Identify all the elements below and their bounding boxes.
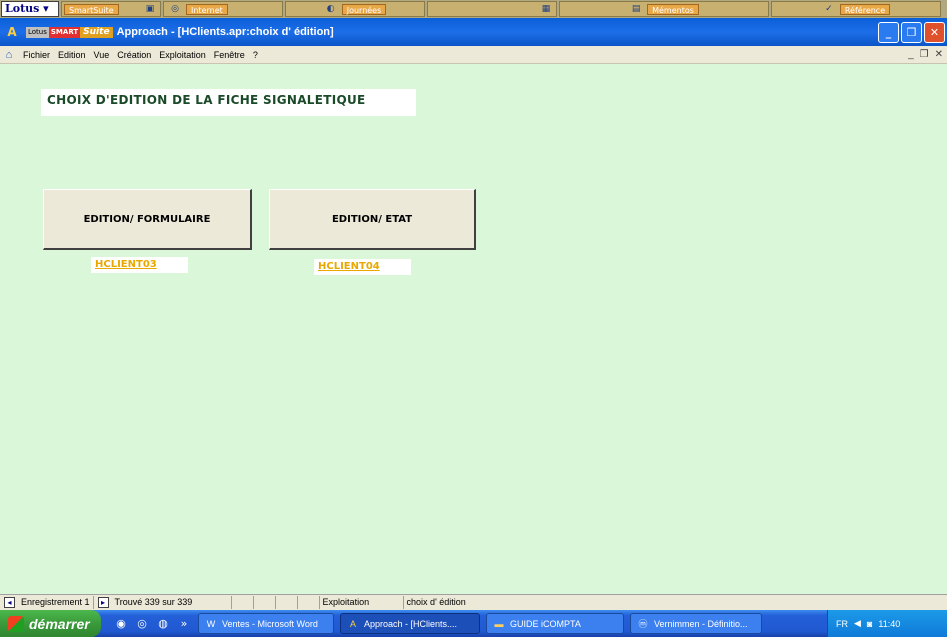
window-title: Approach - [HClients.apr:choix d' éditio…: [116, 26, 334, 38]
drawer-reference[interactable]: ✓ Référence: [771, 1, 941, 17]
drawer-internet[interactable]: ◎ Internet: [163, 1, 283, 17]
drawer-journees[interactable]: ◐ Journées: [285, 1, 425, 17]
mementos-drawer-icon: ▤: [631, 4, 641, 14]
next-record-icon[interactable]: ▸: [97, 597, 109, 608]
window-title-bar: A Lotus SMART Suite Approach - [HClients…: [0, 18, 947, 46]
doc-close-icon[interactable]: ✕: [935, 49, 943, 60]
quick-launch: ◉ ◎ ◍ »: [113, 616, 192, 632]
quicklaunch-ie-icon[interactable]: ◉: [113, 616, 129, 632]
edition-etat-button[interactable]: EDITION/ ETAT: [269, 189, 476, 250]
form-canvas: CHOIX D'EDITION DE LA FICHE SIGNALETIQUE…: [0, 64, 947, 594]
lotus-menu-button[interactable]: Lotus ▾: [1, 1, 59, 17]
drawer-journees-label: Journées: [341, 3, 387, 15]
windows-taskbar: démarrer ◉ ◎ ◍ » W Ventes - Microsoft Wo…: [0, 610, 947, 637]
minimize-button[interactable]: _: [878, 21, 899, 43]
status-bar: ◂ Enregistrement 1 ▸ Trouvé 339 sur 339 …: [0, 594, 947, 610]
smartsuite-bar: Lotus ▾ SmartSuite ▣ ◎ Internet ◐ Journé…: [0, 0, 947, 18]
menu-help[interactable]: ?: [249, 50, 262, 60]
task-guide-label: GUIDE iCOMPTA: [510, 618, 581, 629]
hclient03-link[interactable]: HCLIENT03: [91, 257, 188, 273]
tray-back-icon[interactable]: ◀: [854, 618, 861, 629]
menu-bar: ⌂ Fichier Edition Vue Création Exploitat…: [0, 46, 947, 64]
drawer-mementos-label: Mémentos: [647, 3, 699, 15]
folder-icon: ▬: [494, 618, 504, 629]
drawer-calendar[interactable]: ▦: [427, 1, 557, 17]
doc-restore-icon[interactable]: ❐: [920, 49, 929, 60]
menu-vue[interactable]: Vue: [90, 50, 114, 60]
clock[interactable]: 11:40: [878, 619, 900, 629]
tray-network-icon[interactable]: ◙: [867, 619, 872, 629]
drawer-mementos[interactable]: ▤ Mémentos: [559, 1, 769, 17]
task-approach[interactable]: A Approach - [HClients....: [340, 613, 480, 634]
browser-icon: ⓜ: [638, 618, 648, 629]
found-status[interactable]: Trouvé 339 sur 339: [112, 596, 232, 609]
drawer-internet-label: Internet: [186, 3, 228, 15]
internet-drawer-icon: ◎: [171, 4, 179, 14]
mode-status[interactable]: Exploitation: [320, 596, 404, 609]
approach-icon: A: [349, 618, 356, 629]
quicklaunch-browser-icon[interactable]: ◎: [134, 616, 150, 632]
word-icon: W: [206, 618, 216, 629]
quicklaunch-app-icon[interactable]: ◍: [155, 616, 171, 632]
task-vernimmen[interactable]: ⓜ Vernimmen - Définitio...: [630, 613, 762, 634]
start-button[interactable]: démarrer: [0, 610, 101, 637]
close-button[interactable]: ✕: [924, 21, 945, 43]
smartsuite-logo: Lotus SMART Suite: [26, 26, 113, 38]
prev-record-icon[interactable]: ◂: [4, 597, 15, 608]
logo-suite: Suite: [80, 26, 113, 38]
drawer-smartsuite[interactable]: SmartSuite ▣: [61, 1, 161, 17]
quicklaunch-expand-icon[interactable]: »: [176, 616, 192, 632]
drawer-smartsuite-label: SmartSuite: [64, 3, 119, 15]
task-word[interactable]: W Ventes - Microsoft Word: [198, 613, 334, 634]
journees-drawer-icon: ◐: [326, 4, 335, 14]
menu-exploitation[interactable]: Exploitation: [155, 50, 210, 60]
menu-creation[interactable]: Création: [113, 50, 155, 60]
home-icon[interactable]: ⌂: [2, 48, 16, 62]
hclient04-link[interactable]: HCLIENT04: [314, 259, 411, 275]
menu-fichier[interactable]: Fichier: [19, 50, 54, 60]
logo-smart: SMART: [48, 26, 81, 38]
task-vernimmen-label: Vernimmen - Définitio...: [654, 618, 748, 629]
menu-edition[interactable]: Edition: [54, 50, 90, 60]
status-blank-2: [254, 596, 276, 609]
drawer-reference-label: Référence: [839, 3, 891, 15]
form-heading: CHOIX D'EDITION DE LA FICHE SIGNALETIQUE: [41, 89, 416, 116]
lotus-menu-label: Lotus: [5, 2, 40, 15]
status-blank-1: [232, 596, 254, 609]
logo-lotus: Lotus: [26, 26, 49, 38]
start-label: démarrer: [29, 615, 90, 632]
task-word-label: Ventes - Microsoft Word: [222, 618, 318, 629]
status-blank-4: [298, 596, 320, 609]
record-status[interactable]: Enregistrement 1: [18, 596, 94, 609]
task-approach-label: Approach - [HClients....: [364, 618, 458, 629]
doc-minimize-icon[interactable]: _: [908, 49, 914, 60]
task-guide-icompta[interactable]: ▬ GUIDE iCOMPTA: [486, 613, 624, 634]
approach-app-icon[interactable]: A: [4, 24, 20, 40]
reference-drawer-icon: ✓: [825, 4, 833, 14]
system-tray: FR ◀ ◙ 11:40: [827, 610, 947, 637]
menu-fenetre[interactable]: Fenêtre: [210, 50, 249, 60]
restore-button[interactable]: ❐: [901, 21, 922, 43]
smartsuite-drawer-icon: ▣: [145, 4, 155, 14]
windows-logo-icon: [8, 615, 24, 632]
edition-formulaire-button[interactable]: EDITION/ FORMULAIRE: [43, 189, 252, 250]
status-blank-3: [276, 596, 298, 609]
language-indicator[interactable]: FR: [836, 619, 848, 629]
view-status[interactable]: choix d' édition: [404, 596, 494, 609]
calendar-drawer-icon: ▦: [541, 4, 551, 14]
